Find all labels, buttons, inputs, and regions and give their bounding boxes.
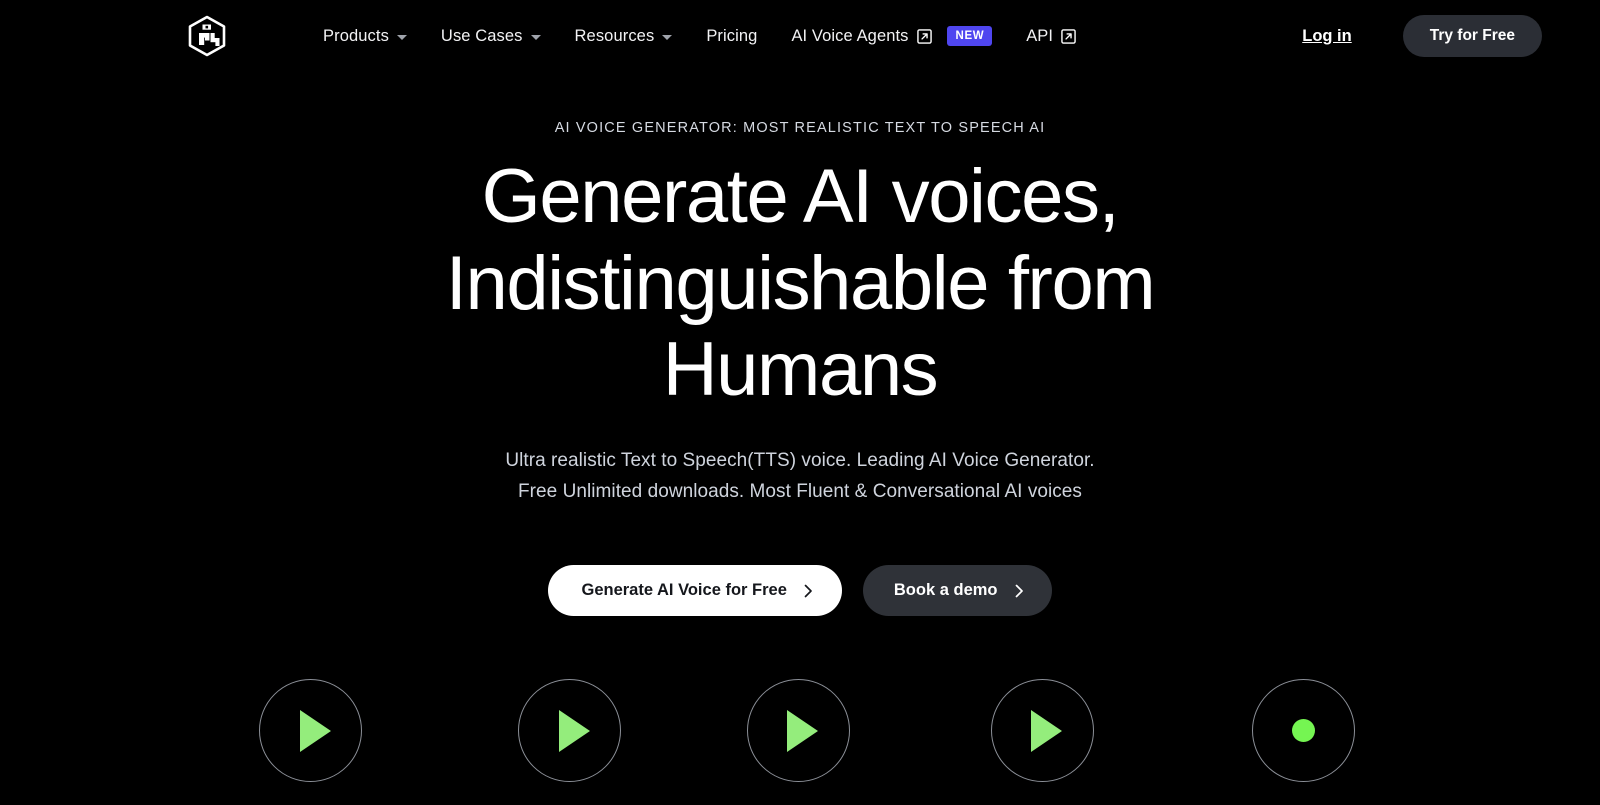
cta-row: Generate AI Voice for Free Book a demo [0,565,1600,617]
hero-subtitle: Ultra realistic Text to Speech(TTS) voic… [0,446,1600,508]
use-case-card-characters[interactable]: Voice your Characters [965,679,1120,805]
play-circle[interactable] [746,679,850,783]
book-a-demo-button[interactable]: Book a demo [862,565,1052,617]
chevron-down-icon [530,34,541,40]
play-icon [1031,709,1063,752]
play-icon [558,709,590,752]
nav-item-use-cases[interactable]: Use Cases [424,19,558,54]
site-header: Products Use Cases Resources Pricing AI … [0,0,1600,72]
use-case-card-conversational-ai[interactable]: Voice Your Conversational AI [210,679,412,805]
chevron-right-icon [804,584,813,598]
badge-new: NEW [946,25,993,47]
login-link[interactable]: Log in [1286,19,1367,54]
nav-item-resources[interactable]: Resources [558,19,690,54]
hero-subtitle-line-2: Free Unlimited downloads. Most Fluent & … [518,480,1082,502]
play-circle[interactable] [518,679,622,783]
hero-section: AI VOICE GENERATOR: MOST REALISTIC TEXT … [0,72,1600,805]
play-icon [299,709,331,752]
header-actions: Log in Try for Free [1286,0,1542,72]
chevron-right-icon [1015,584,1024,598]
hero-subtitle-line-1: Ultra realistic Text to Speech(TTS) voic… [505,449,1095,471]
use-case-card-videos[interactable]: Voice Your videos [508,679,632,805]
nav-label-products: Products [323,26,389,45]
chevron-down-icon [396,34,407,40]
use-case-card-stories[interactable]: Narrate Your Stories [728,679,870,805]
play-icon [787,709,819,752]
cube-logo[interactable] [185,14,229,58]
try-for-free-button[interactable]: Try for Free [1402,15,1542,57]
chevron-down-icon [662,34,673,40]
generate-ai-voice-label: Generate AI Voice for Free [581,581,787,600]
nav-label-api: API [1026,26,1054,45]
play-circle[interactable] [259,679,363,783]
nav-item-pricing[interactable]: Pricing [689,19,774,54]
nav-label-ai-voice-agents: AI Voice Agents [791,26,909,45]
nav-item-api[interactable]: API [1009,19,1093,54]
use-case-cards: Voice Your Conversational AI Voice Your … [0,679,1600,805]
nav-label-use-cases: Use Cases [440,26,523,45]
nav-item-ai-voice-agents[interactable]: AI Voice Agents NEW [774,18,1009,54]
main-nav: Products Use Cases Resources Pricing AI … [306,18,1093,54]
generate-ai-voice-button[interactable]: Generate AI Voice for Free [548,565,842,617]
external-link-icon [1061,28,1076,44]
record-circle[interactable] [1251,679,1355,783]
nav-label-resources: Resources [574,26,655,45]
hero-eyebrow: AI VOICE GENERATOR: MOST REALISTIC TEXT … [554,120,1046,136]
use-case-card-custom-voices[interactable]: Create Custom AI Voices [1216,679,1391,805]
nav-label-pricing: Pricing [706,26,758,45]
play-circle[interactable] [990,679,1094,783]
page-title: Generate AI voices, Indistinguishable fr… [445,154,1156,413]
nav-item-products[interactable]: Products [306,19,424,54]
book-a-demo-label: Book a demo [893,581,998,600]
cube-logo-icon [188,15,226,57]
record-dot-icon [1291,719,1315,743]
external-link-icon [916,28,932,44]
